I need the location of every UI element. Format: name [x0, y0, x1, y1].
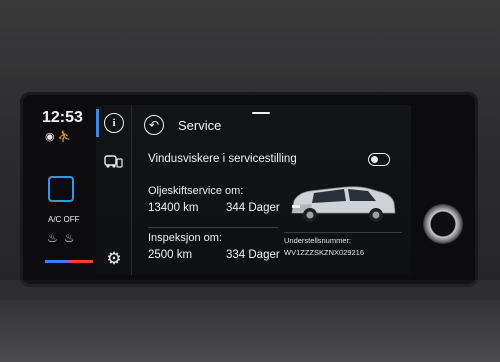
back-button[interactable]: ↶ [144, 115, 164, 135]
side-nav: i ⚙ [96, 105, 132, 275]
chassis-number-value: WV1ZZZSKZNX029216 [284, 248, 365, 257]
seat-heat-controls[interactable]: ♨♨ [47, 231, 81, 245]
infotainment-screen: i ⚙ ↶ Service Vindusviskere i servicesti… [96, 105, 411, 275]
lower-reflection [0, 280, 500, 362]
inspection-km: 2500 km [148, 249, 193, 261]
ac-status-label[interactable]: A/C OFF [48, 215, 80, 224]
oil-service-days: 344 Dager [226, 202, 280, 214]
section-divider [148, 227, 278, 228]
climate-status-strip: 12:53 ◉⛹ A/C OFF ♨♨ [35, 106, 97, 274]
inspection-title: Inspeksjon om: [148, 232, 222, 244]
status-icons: ◉⛹ [45, 130, 74, 143]
inspection-days: 334 Dager [226, 249, 280, 261]
clock: 12:53 [42, 109, 83, 126]
chassis-number-label: Understellsnummer: [284, 236, 352, 245]
page-title: Service [178, 118, 222, 133]
oil-service-title: Oljeskiftservice om: [148, 185, 244, 197]
nav-active-indicator [96, 109, 99, 137]
temperature-bar[interactable] [45, 260, 93, 263]
oil-service-km: 13400 km [148, 202, 199, 214]
back-arrow-icon: ↶ [148, 118, 160, 132]
volume-knob[interactable] [423, 204, 463, 244]
toggle-knob [371, 156, 378, 163]
wiper-service-toggle[interactable] [368, 153, 390, 166]
person-icon: ⛹ [57, 131, 75, 143]
seat-heat-right-icon[interactable]: ♨ [64, 231, 81, 245]
location-icon: ◉ [45, 131, 58, 143]
pull-down-handle[interactable] [252, 112, 270, 114]
gear-icon[interactable]: ⚙ [104, 249, 124, 269]
vehicle-info-divider [284, 232, 402, 233]
wiper-service-label: Vindusviskere i servicestilling [148, 153, 297, 165]
home-button[interactable] [48, 176, 74, 202]
seat-heat-left-icon[interactable]: ♨ [47, 231, 64, 245]
vehicle-image [291, 186, 396, 222]
info-icon[interactable]: i [104, 113, 124, 133]
car-service-icon[interactable] [104, 153, 124, 169]
